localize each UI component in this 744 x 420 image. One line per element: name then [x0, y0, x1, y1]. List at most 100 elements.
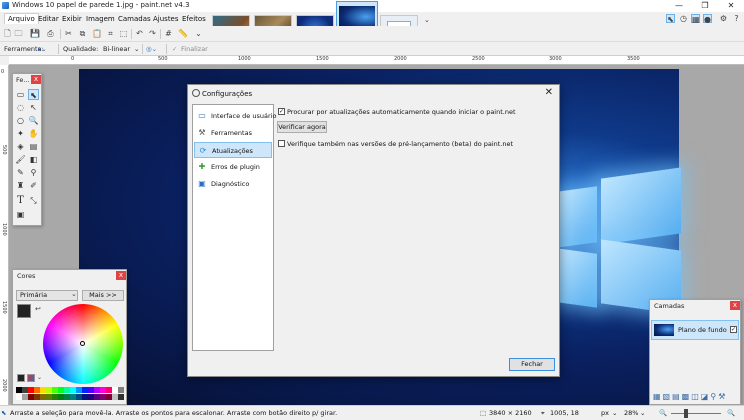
colors-window-icon[interactable]: ● — [703, 14, 712, 23]
settings-dropdown-icon[interactable]: ⌄ — [194, 29, 203, 38]
cut-icon[interactable]: ✂ — [64, 29, 73, 38]
minimize-button[interactable]: — — [666, 0, 692, 12]
save-icon[interactable]: 💾 — [30, 29, 39, 38]
color-mode-dropdown-icon[interactable]: ⌄ — [71, 290, 77, 298]
rectangle-select-icon[interactable]: ▭ — [15, 89, 26, 100]
color-picker-icon[interactable]: ⚲ — [28, 167, 39, 178]
windows-logo-pane — [557, 186, 597, 248]
menu-efeitos[interactable]: Efeitos — [182, 15, 206, 23]
zoom-out-icon[interactable]: 🔍 — [659, 409, 667, 417]
palette-dropdown-icon[interactable]: ⌄ — [37, 374, 42, 381]
antialias-icon[interactable]: ◎⌄ — [146, 45, 157, 53]
crop-icon[interactable]: ⌗ — [106, 29, 115, 38]
copy-icon[interactable]: ⧉ — [78, 29, 87, 38]
nav-item-diagnostics[interactable]: ▣ Diagnóstico — [194, 176, 272, 192]
layer-name: Plano de fundo — [678, 326, 727, 334]
deselect-icon[interactable]: ⬚ — [119, 29, 128, 38]
close-dialog-button[interactable]: Fechar — [509, 358, 555, 371]
quality-select[interactable]: Bi-linear — [103, 45, 130, 53]
ruler-top-label: 3500 — [627, 56, 640, 62]
menu-exibir[interactable]: Exibir — [62, 15, 82, 23]
gradient-icon[interactable]: ▤ — [28, 141, 39, 152]
palette-primary-icon[interactable] — [17, 374, 25, 382]
paint-bucket-icon[interactable]: ◈ — [15, 141, 26, 152]
print-icon[interactable]: ⎙ — [46, 29, 55, 38]
nav-item-tools[interactable]: ⚒ Ferramentas — [194, 125, 272, 141]
redo-icon[interactable]: ↷ — [148, 29, 157, 38]
units-dropdown-icon[interactable]: ⌄ — [612, 409, 617, 417]
tool-selector-icon[interactable]: ▸⌄ — [38, 45, 47, 53]
color-palette[interactable] — [16, 387, 124, 401]
menu-camadas[interactable]: Camadas — [118, 15, 151, 23]
line-curve-icon[interactable]: ⤡ — [28, 195, 39, 206]
paste-icon[interactable]: 📋 — [92, 29, 101, 38]
paintbrush-icon[interactable]: 🖌 — [15, 154, 26, 165]
dialog-close-icon[interactable]: ✕ — [545, 87, 553, 98]
move-selected-icon[interactable]: ↖ — [28, 102, 39, 113]
app-icon — [2, 2, 9, 9]
menu-imagem[interactable]: Imagem — [86, 15, 115, 23]
finalize-button[interactable]: Finalizar — [181, 45, 208, 53]
pencil-icon[interactable]: ✎ — [15, 167, 26, 178]
ruler-toggle-icon[interactable]: 📏 — [178, 29, 187, 38]
primary-color-swatch[interactable] — [17, 304, 31, 318]
zoom-in-icon[interactable]: 🔍 — [727, 409, 735, 417]
layer-visibility-checkbox[interactable]: ✓ — [730, 326, 737, 333]
swap-colors-icon[interactable]: ↩ — [35, 305, 41, 313]
tabs-overflow-chevron-icon[interactable]: ⌄ — [424, 16, 430, 24]
eraser-icon[interactable]: ◧ — [28, 154, 39, 165]
zoom-value[interactable]: 28% — [624, 409, 638, 417]
beta-updates-checkbox[interactable] — [278, 140, 285, 147]
text-icon[interactable]: T — [15, 195, 26, 206]
colors-panel-close-button[interactable]: x — [116, 271, 126, 280]
maximize-button[interactable]: ❐ — [692, 0, 718, 12]
new-file-icon[interactable]: 🗋 — [3, 29, 12, 38]
shapes-icon[interactable]: ▣ — [15, 209, 26, 220]
history-window-icon[interactable]: ◷ — [679, 14, 688, 23]
more-colors-button[interactable]: Mais >> — [82, 290, 124, 301]
nav-item-plugin-errors[interactable]: ✚ Erros de plugin — [194, 159, 272, 175]
quality-dropdown-icon[interactable]: ⌄ — [134, 45, 139, 53]
check-now-button[interactable]: Verificar agora — [277, 121, 327, 133]
gear-icon[interactable]: ⚙ — [719, 14, 728, 23]
settings-nav: ▭ Interface de usuário ⚒ Ferramentas ⟳ A… — [192, 104, 274, 351]
color-mode-select[interactable]: Primária — [16, 290, 78, 301]
zoom-dropdown-icon[interactable]: ⌄ — [640, 409, 645, 417]
clone-stamp-icon[interactable]: ♜ — [15, 180, 26, 191]
pan-icon[interactable]: ✋ — [28, 128, 39, 139]
settings-dialog: Configurações ✕ ▭ Interface de usuário ⚒… — [187, 84, 560, 377]
zoom-icon[interactable]: 🔍 — [28, 115, 39, 126]
recolor-icon[interactable]: ✐ — [28, 180, 39, 191]
menu-ajustes[interactable]: Ajustes — [153, 15, 179, 23]
horizontal-ruler: 0 500 1000 1500 2000 2500 3000 3500 — [9, 56, 744, 65]
color-wheel[interactable] — [43, 304, 123, 384]
menu-arquivo[interactable]: Arquivo — [4, 13, 39, 24]
lasso-select-icon[interactable]: ◌ — [15, 102, 26, 113]
zoom-slider-handle[interactable] — [684, 409, 688, 418]
tools-window-icon[interactable]: ⬉ — [666, 14, 675, 23]
help-icon[interactable]: ? — [732, 14, 741, 23]
layer-row[interactable]: Plano de fundo ✓ — [651, 320, 739, 340]
layers-panel-close-button[interactable]: x — [730, 301, 740, 310]
grid-icon[interactable]: # — [164, 29, 173, 38]
move-selection-icon[interactable]: ⬉ — [28, 89, 39, 100]
auto-update-checkbox[interactable]: ✓ — [278, 108, 285, 115]
palette-menu-icon[interactable] — [27, 374, 35, 382]
status-hint: Arraste a seleção para movê-la. Arraste … — [10, 409, 337, 417]
finalize-check-icon[interactable]: ✓ — [172, 45, 177, 53]
layer-thumbnail — [654, 324, 674, 336]
magic-wand-icon[interactable]: ✦ — [15, 128, 26, 139]
zoom-slider-track[interactable] — [671, 413, 721, 414]
cursor-position: 1005, 18 — [550, 409, 579, 417]
tools-panel-close-button[interactable]: x — [31, 75, 41, 84]
layers-window-icon[interactable]: ▦ — [691, 14, 700, 23]
open-file-icon[interactable]: 🗀 — [14, 29, 23, 38]
units-select[interactable]: px — [601, 409, 609, 417]
nav-item-updates[interactable]: ⟳ Atualizações — [194, 142, 272, 158]
menu-editar[interactable]: Editar — [38, 15, 59, 23]
undo-icon[interactable]: ↶ — [135, 29, 144, 38]
nav-item-interface[interactable]: ▭ Interface de usuário — [194, 108, 272, 124]
close-window-button[interactable]: ✕ — [718, 0, 744, 12]
ellipse-select-icon[interactable]: ○ — [15, 115, 26, 126]
layer-actions-toolbar[interactable]: ▦▧▤▩◫◪⚲⚒ — [653, 392, 727, 401]
